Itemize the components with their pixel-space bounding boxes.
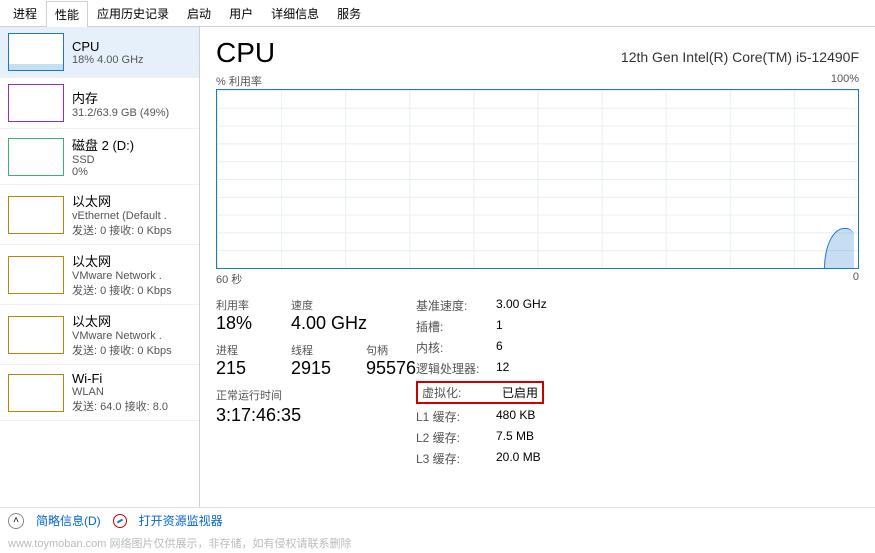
fewer-details-link[interactable]: 简略信息(D) [36, 512, 101, 529]
info-row: L3 缓存:20.0 MB [416, 450, 547, 467]
sidebar-item-title: 以太网 [72, 191, 191, 210]
stat-value: 215 [216, 358, 271, 379]
sidebar-item-title: CPU [72, 39, 191, 54]
info-label: 内核: [416, 339, 496, 356]
uptime-value: 3:17:46:35 [216, 405, 416, 426]
stat-label: 句柄 [366, 342, 421, 358]
sidebar-item-以太网[interactable]: 以太网VMware Network .发送: 0 接收: 0 Kbps [0, 245, 199, 305]
stat-label: 速度 [291, 297, 367, 313]
chart-xright: 0 [853, 271, 859, 287]
uptime-label: 正常运行时间 [216, 387, 416, 403]
info-value: 1 [496, 318, 503, 335]
tab-服务[interactable]: 服务 [328, 0, 370, 26]
sidebar-item-title: 磁盘 2 (D:) [72, 135, 191, 154]
info-label: 逻辑处理器: [416, 360, 496, 377]
stats-left: 利用率18%速度4.00 GHz 进程215线程2915句柄95576 正常运行… [216, 297, 416, 471]
content-panel: CPU 12th Gen Intel(R) Core(TM) i5-12490F… [200, 27, 875, 507]
sidebar-item-title: Wi-Fi [72, 371, 191, 386]
tab-启动[interactable]: 启动 [178, 0, 220, 26]
info-label: 基准速度: [416, 297, 496, 314]
info-label: L2 缓存: [416, 429, 496, 446]
sidebar-item-sub: VMware Network . [72, 270, 191, 282]
info-value: 6 [496, 339, 503, 356]
chart-ymax: 100% [831, 73, 859, 89]
resource-monitor-icon [113, 514, 127, 528]
sidebar-item-sub2: 发送: 0 接收: 0 Kbps [72, 342, 191, 358]
sidebar-item-Wi-Fi[interactable]: Wi-FiWLAN发送: 64.0 接收: 8.0 [0, 365, 199, 421]
footer-bar: ˄ 简略信息(D) 打开资源监视器 [0, 507, 875, 533]
stat-value: 2915 [291, 358, 346, 379]
watermark-text: www.toymoban.com 网络图片仅供展示，非存储，如有侵权请联系删除 [0, 533, 875, 553]
sidebar-item-sub: WLAN [72, 386, 191, 398]
resource-monitor-link[interactable]: 打开资源监视器 [139, 512, 223, 529]
thumb-icon [8, 138, 64, 176]
tab-应用历史记录[interactable]: 应用历史记录 [88, 0, 178, 26]
stat-label: 线程 [291, 342, 346, 358]
info-label: L1 缓存: [416, 408, 496, 425]
info-row: 逻辑处理器:12 [416, 360, 547, 377]
chart-xleft: 60 秒 [216, 271, 242, 287]
stat-value: 18% [216, 313, 271, 334]
thumb-icon [8, 374, 64, 412]
stat-label: 利用率 [216, 297, 271, 313]
info-label: L3 缓存: [416, 450, 496, 467]
stat-value: 4.00 GHz [291, 313, 367, 334]
sidebar-item-磁盘 2 (D:)[interactable]: 磁盘 2 (D:)SSD0% [0, 129, 199, 185]
sidebar-item-sub: 31.2/63.9 GB (49%) [72, 107, 191, 119]
tab-用户[interactable]: 用户 [220, 0, 262, 26]
chart-ylabel: % 利用率 [216, 73, 262, 89]
info-row: 插槽:1 [416, 318, 547, 335]
thumb-icon [8, 316, 64, 354]
cpu-model: 12th Gen Intel(R) Core(TM) i5-12490F [621, 49, 859, 65]
sidebar-item-sub: SSD [72, 154, 191, 166]
tabs-bar: 进程性能应用历史记录启动用户详细信息服务 [0, 0, 875, 27]
chevron-up-icon[interactable]: ˄ [8, 513, 24, 529]
page-title: CPU [216, 37, 275, 69]
info-row: 基准速度:3.00 GHz [416, 297, 547, 314]
sidebar-item-sub: vEthernet (Default . [72, 210, 191, 222]
thumb-icon [8, 196, 64, 234]
info-value: 已启用 [502, 384, 538, 401]
stats-right: 基准速度:3.00 GHz插槽:1内核:6逻辑处理器:12虚拟化:已启用L1 缓… [416, 297, 547, 471]
sidebar-item-sub: 18% 4.00 GHz [72, 54, 191, 66]
info-row: 虚拟化:已启用 [416, 381, 544, 404]
sidebar: CPU18% 4.00 GHz内存31.2/63.9 GB (49%)磁盘 2 … [0, 27, 200, 507]
sidebar-item-title: 内存 [72, 88, 191, 107]
sidebar-item-sub2: 发送: 0 接收: 0 Kbps [72, 282, 191, 298]
stat-label: 进程 [216, 342, 271, 358]
thumb-icon [8, 33, 64, 71]
tab-性能[interactable]: 性能 [46, 1, 88, 27]
stat-value: 95576 [366, 358, 421, 379]
info-row: L1 缓存:480 KB [416, 408, 547, 425]
sidebar-item-title: 以太网 [72, 311, 191, 330]
info-label: 插槽: [416, 318, 496, 335]
info-value: 7.5 MB [496, 429, 534, 446]
info-value: 12 [496, 360, 509, 377]
sidebar-item-sub: VMware Network . [72, 330, 191, 342]
sidebar-item-title: 以太网 [72, 251, 191, 270]
info-row: 内核:6 [416, 339, 547, 356]
info-value: 20.0 MB [496, 450, 541, 467]
cpu-usage-chart[interactable] [216, 89, 859, 269]
sidebar-item-sub2: 0% [72, 166, 191, 178]
sidebar-item-CPU[interactable]: CPU18% 4.00 GHz [0, 27, 199, 78]
thumb-icon [8, 84, 64, 122]
thumb-icon [8, 256, 64, 294]
info-row: L2 缓存:7.5 MB [416, 429, 547, 446]
tab-进程[interactable]: 进程 [4, 0, 46, 26]
info-value: 480 KB [496, 408, 535, 425]
sidebar-item-以太网[interactable]: 以太网VMware Network .发送: 0 接收: 0 Kbps [0, 305, 199, 365]
sidebar-item-sub2: 发送: 64.0 接收: 8.0 [72, 398, 191, 414]
sidebar-item-sub2: 发送: 0 接收: 0 Kbps [72, 222, 191, 238]
info-value: 3.00 GHz [496, 297, 547, 314]
info-label: 虚拟化: [422, 384, 502, 401]
chart-grid [217, 90, 858, 268]
sidebar-item-以太网[interactable]: 以太网vEthernet (Default .发送: 0 接收: 0 Kbps [0, 185, 199, 245]
sidebar-item-内存[interactable]: 内存31.2/63.9 GB (49%) [0, 78, 199, 129]
tab-详细信息[interactable]: 详细信息 [262, 0, 328, 26]
